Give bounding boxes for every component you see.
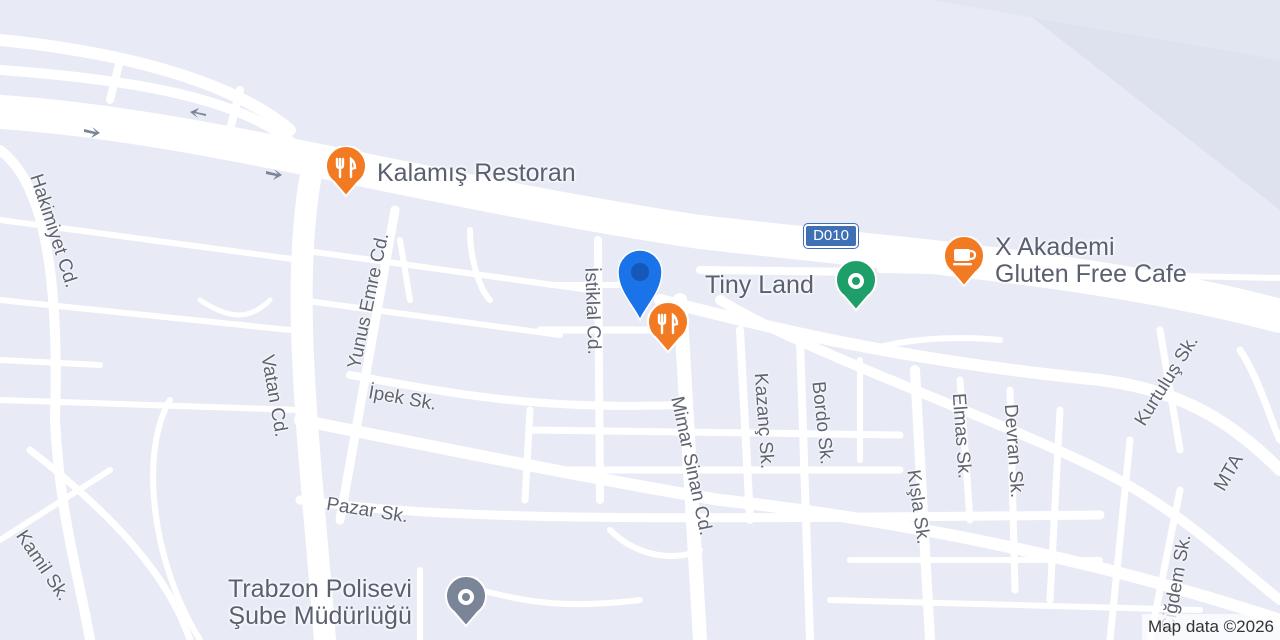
park-marker-tiny-land[interactable] [834, 260, 878, 312]
location-pin-icon[interactable] [612, 244, 668, 322]
map-attribution[interactable]: Map data ©2026 [1142, 614, 1280, 640]
cafe-marker-x-akademi[interactable] [942, 236, 986, 288]
place-label-kalamis[interactable]: Kalamış Restoran [377, 160, 576, 187]
map-canvas[interactable]: D010 Hakimiyet Cd. Yunus Emre Cd. İstikl… [0, 0, 1280, 640]
restaurant-marker-kalamis[interactable] [324, 146, 368, 198]
place-label-tiny-land[interactable]: Tiny Land [705, 272, 814, 299]
highway-shield: D010 [804, 224, 858, 248]
road-network [0, 34, 1280, 640]
street-label-istiklal: İstiklal Cd. [580, 266, 605, 356]
civic-marker-polisevi[interactable] [444, 576, 488, 628]
place-label-polisevi[interactable]: Trabzon Polisevi Şube Müdürlüğü [228, 576, 412, 630]
place-label-x-akademi[interactable]: X Akademi Gluten Free Cafe [995, 234, 1187, 288]
